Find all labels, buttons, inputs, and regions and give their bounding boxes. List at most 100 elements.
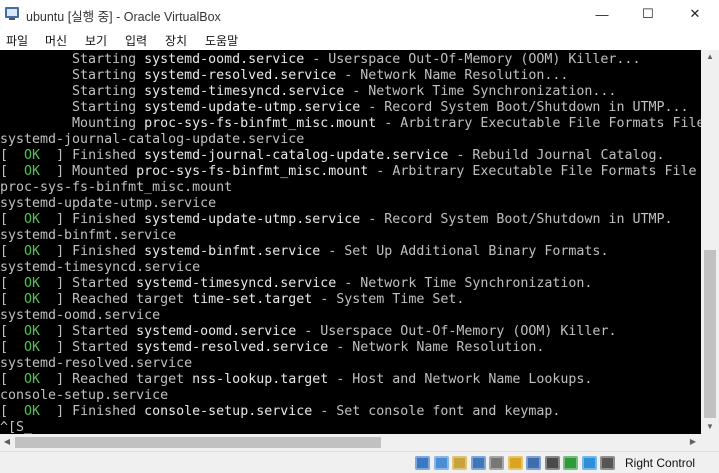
unit-name: proc-sys-fs-binfmt_misc.mount [144, 116, 377, 131]
console-text: ] Reached target [56, 292, 193, 307]
console-text: systemd-timesyncd.service [0, 260, 201, 275]
console-line: Starting systemd-update-utmp.service - R… [0, 100, 688, 116]
status-bracket-open: [ [0, 324, 25, 339]
status-bracket-open: [ [0, 276, 25, 291]
console-line: systemd-update-utmp.service [0, 196, 216, 212]
display-icon[interactable] [526, 456, 541, 470]
menu-input[interactable]: 입력 [125, 32, 147, 49]
console-line: systemd-binfmt.service [0, 228, 176, 244]
menu-machine[interactable]: 머신 [45, 32, 67, 49]
ok-status: OK [24, 244, 41, 259]
menu-view[interactable]: 보기 [85, 32, 107, 49]
unit-name: systemd-binfmt.service [144, 244, 321, 259]
unit-name: systemd-resolved.service [136, 340, 329, 355]
console-line: console-setup.service [0, 388, 168, 404]
vertical-scroll-thumb[interactable] [704, 250, 716, 418]
vertical-scrollbar[interactable]: ▲ ▼ [701, 50, 719, 434]
console-text: systemd-journal-catalog-update.service [0, 132, 305, 147]
console-line: Starting systemd-timesyncd.service - Net… [0, 84, 616, 100]
horizontal-scrollbar[interactable]: ◀ ▶ [0, 434, 701, 451]
close-button[interactable]: ✕ [672, 0, 718, 28]
scroll-left-icon[interactable]: ◀ [0, 437, 14, 446]
unit-description: - Network Name Resolution. [328, 340, 545, 355]
mouse-integration-icon[interactable] [581, 456, 597, 470]
console-text: ] Finished [56, 404, 145, 419]
hard-disk-icon[interactable] [415, 456, 430, 470]
console-line: [ OK ] Mounted proc-sys-fs-binfmt_misc.m… [0, 164, 697, 180]
ok-status: OK [24, 164, 41, 179]
console-line: [ OK ] Started systemd-timesyncd.service… [0, 276, 592, 292]
title-bar[interactable]: ubuntu [실행 중] - Oracle VirtualBox — ☐ ✕ [0, 0, 719, 28]
menu-help[interactable]: 도움말 [205, 32, 238, 49]
cpu-icon[interactable] [563, 456, 578, 470]
minimize-button[interactable]: — [579, 0, 625, 28]
unit-name: systemd-journal-catalog-update.service [144, 148, 449, 163]
ok-status: OK [24, 324, 41, 339]
console-line: Starting systemd-oomd.service - Userspac… [0, 52, 640, 68]
unit-name: systemd-timesyncd.service [144, 84, 345, 99]
console-line: ^[S_ [0, 420, 32, 434]
unit-description: - Userspace Out-Of-Memory (OOM) Killer..… [304, 52, 641, 67]
status-bracket-open: [ [0, 148, 25, 163]
virtualbox-app-icon [5, 7, 19, 20]
network-icon[interactable] [470, 456, 486, 470]
ok-status: OK [24, 148, 41, 163]
shared-folders-icon[interactable] [507, 456, 523, 470]
scroll-up-icon[interactable]: ▲ [701, 52, 719, 61]
console-line: systemd-timesyncd.service [0, 260, 200, 276]
unit-name: proc-sys-fs-binfmt_misc.mount [136, 164, 369, 179]
unit-description: - Arbitrary Executable File Formats File [368, 164, 697, 179]
console-text: ] Started [56, 340, 137, 355]
vm-console-screen[interactable]: Starting systemd-oomd.service - Userspac… [0, 50, 701, 434]
console-text: ] Finished [56, 212, 145, 227]
console-text: ] Finished [56, 148, 145, 163]
unit-name: systemd-resolved.service [144, 68, 337, 83]
unit-name: systemd-update-utmp.service [144, 212, 361, 227]
status-bar: Right Control [0, 451, 719, 473]
window-title: ubuntu [실행 중] - Oracle VirtualBox [26, 10, 221, 24]
menu-file[interactable]: 파일 [6, 32, 28, 49]
console-text: systemd-oomd.service [0, 308, 161, 323]
unit-name: nss-lookup.target [192, 372, 329, 387]
console-text: ^[S_ [0, 420, 33, 434]
console-text: Starting [0, 68, 145, 83]
scroll-right-icon[interactable]: ▶ [686, 437, 700, 446]
status-bracket-open: [ [0, 164, 25, 179]
unit-description: - Arbitrary Executable File Formats File [376, 116, 701, 131]
unit-name: systemd-timesyncd.service [136, 276, 337, 291]
ok-status: OK [24, 340, 41, 355]
menu-devices[interactable]: 장치 [165, 32, 187, 49]
audio-icon[interactable] [452, 456, 467, 470]
status-bracket-open: [ [0, 340, 25, 355]
unit-name: systemd-oomd.service [136, 324, 297, 339]
host-key-label: Right Control [625, 456, 696, 470]
console-text: ] Reached target [56, 372, 193, 387]
horizontal-scroll-thumb[interactable] [15, 437, 381, 448]
console-text: systemd-resolved.service [0, 356, 193, 371]
status-bracket-open: [ [0, 372, 25, 387]
console-text: ] Finished [56, 244, 145, 259]
console-line: systemd-resolved.service [0, 356, 192, 372]
ok-status: OK [24, 292, 41, 307]
unit-name: console-setup.service [144, 404, 313, 419]
console-line: [ OK ] Started systemd-oomd.service - Us… [0, 324, 616, 340]
console-line: [ OK ] Reached target time-set.target - … [0, 292, 464, 308]
optical-drive-icon[interactable] [433, 456, 449, 470]
unit-description: - Host and Network Name Lookups. [328, 372, 593, 387]
status-bracket-open: [ [0, 212, 25, 227]
console-line: Mounting proc-sys-fs-binfmt_misc.mount -… [0, 116, 701, 132]
maximize-button[interactable]: ☐ [625, 0, 671, 28]
menu-bar: 파일 머신 보기 입력 장치 도움말 [0, 28, 719, 50]
console-line: [ OK ] Finished systemd-journal-catalog-… [0, 148, 665, 164]
unit-description: - Set Up Additional Binary Formats. [320, 244, 609, 259]
unit-description: - Network Time Synchronization... [344, 84, 617, 99]
keyboard-capture-icon[interactable] [600, 456, 615, 470]
console-text: Mounting [0, 116, 145, 131]
console-text: systemd-binfmt.service [0, 228, 177, 243]
scroll-down-icon[interactable]: ▼ [701, 422, 719, 431]
console-line: [ OK ] Started systemd-resolved.service … [0, 340, 544, 356]
ok-status: OK [24, 212, 41, 227]
usb-icon[interactable] [489, 456, 504, 470]
video-capture-icon[interactable] [544, 456, 560, 470]
console-line: Starting systemd-resolved.service - Netw… [0, 68, 568, 84]
